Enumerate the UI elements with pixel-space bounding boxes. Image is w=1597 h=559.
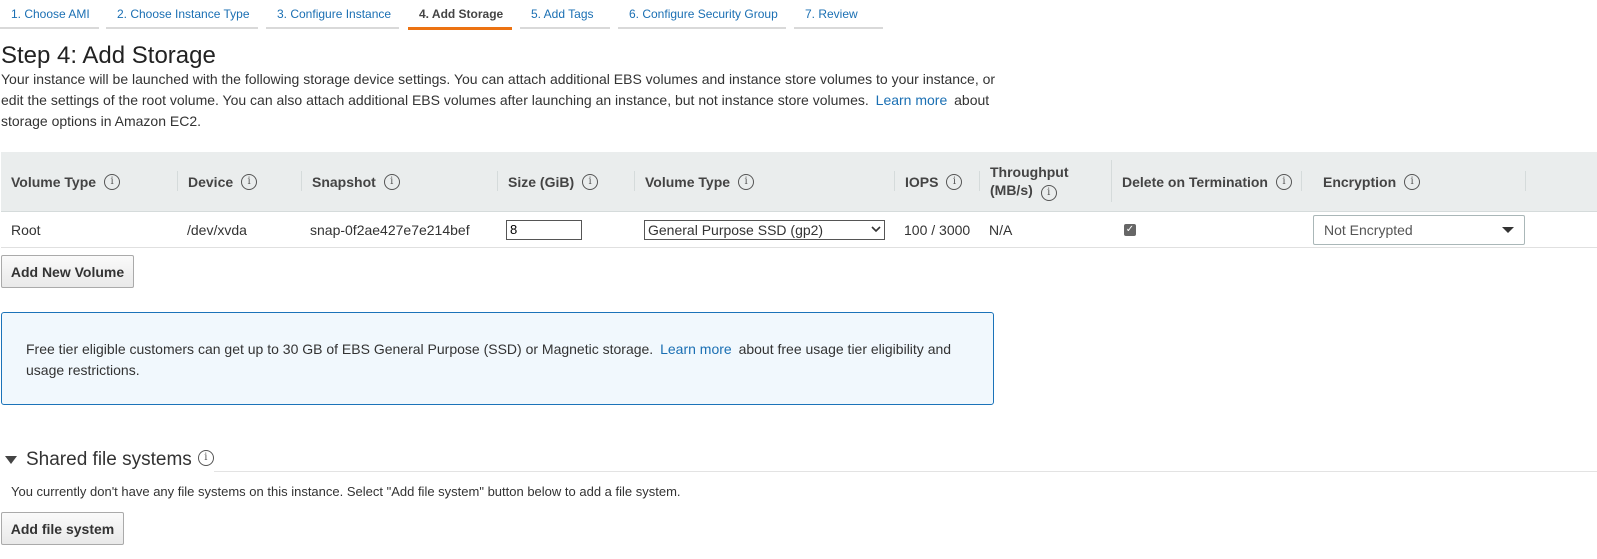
- free-tier-text: Free tier eligible customers can get up …: [26, 341, 654, 357]
- caret-down-icon: [1502, 226, 1514, 233]
- page-description: Your instance will be launched with the …: [1, 69, 1001, 132]
- header-delete-on-termination: Delete on Termination i: [1112, 152, 1302, 211]
- header-device-label: Device: [188, 173, 234, 190]
- free-tier-info-box: Free tier eligible customers can get up …: [1, 312, 994, 405]
- description-text: Your instance will be launched with the …: [1, 71, 996, 108]
- cell-volume-type: Root: [11, 221, 41, 238]
- header-size-label: Size (GiB): [508, 173, 575, 190]
- volume-table-header: Volume Type i Device i Snapshot i Size (…: [1, 152, 1597, 212]
- header-encryption: Encryption i: [1313, 152, 1526, 211]
- info-icon[interactable]: i: [197, 450, 214, 466]
- learn-more-storage-link[interactable]: Learn more: [876, 92, 948, 108]
- tab-configure-instance[interactable]: 3. Configure Instance: [266, 0, 399, 29]
- collapse-triangle-icon[interactable]: [5, 456, 17, 464]
- header-device: Device i: [178, 152, 302, 211]
- header-throughput-label: Throughput (MB/s) i: [990, 163, 1069, 201]
- tab-configure-security-group[interactable]: 6. Configure Security Group: [618, 0, 786, 29]
- cell-size: [506, 212, 582, 247]
- tab-review[interactable]: 7. Review: [794, 0, 883, 29]
- info-icon[interactable]: i: [1404, 173, 1421, 190]
- header-throughput: Throughput (MB/s) i: [980, 152, 1112, 211]
- learn-more-free-tier-link[interactable]: Learn more: [660, 341, 732, 357]
- shared-file-systems-title: Shared file systems: [26, 449, 192, 470]
- header-volume-type-label: Volume Type: [11, 173, 97, 190]
- info-icon[interactable]: i: [104, 173, 121, 190]
- info-icon[interactable]: i: [1040, 184, 1057, 201]
- cell-throughput: N/A: [989, 221, 1013, 238]
- encryption-select[interactable]: Not Encrypted: [1313, 214, 1525, 245]
- cell-encryption: Not Encrypted: [1313, 212, 1525, 247]
- cell-snapshot: snap-0f2ae427e7e214bef: [310, 221, 470, 238]
- shared-file-systems-header: Shared file systems i: [5, 449, 214, 471]
- shared-file-systems-message: You currently don't have any file system…: [11, 484, 681, 499]
- info-icon[interactable]: i: [582, 173, 599, 190]
- header-iops-label: IOPS: [905, 173, 939, 190]
- volume-type-select[interactable]: General Purpose SSD (gp2): [644, 219, 885, 240]
- tab-choose-ami[interactable]: 1. Choose AMI: [0, 0, 99, 29]
- tab-add-storage[interactable]: 4. Add Storage: [408, 0, 512, 30]
- tab-choose-instance-type[interactable]: 2. Choose Instance Type: [106, 0, 258, 29]
- header-snapshot: Snapshot i: [302, 152, 498, 211]
- table-row: Root /dev/xvda snap-0f2ae427e7e214bef Ge…: [1, 212, 1597, 248]
- header-encryption-label: Encryption: [1323, 173, 1397, 190]
- header-size: Size (GiB) i: [498, 152, 635, 211]
- cell-iops: 100 / 3000: [904, 221, 971, 238]
- header-snapshot-label: Snapshot: [312, 173, 376, 190]
- info-icon[interactable]: i: [1275, 173, 1292, 190]
- page-title: Step 4: Add Storage: [1, 42, 216, 69]
- cell-delete-on-termination: ✓: [1124, 212, 1136, 247]
- header-ebs-volume-type: Volume Type i: [635, 152, 895, 211]
- delete-on-termination-checkbox[interactable]: ✓: [1124, 223, 1136, 236]
- header-iops: IOPS i: [895, 152, 980, 211]
- chevron-down-icon: [871, 226, 881, 233]
- header-delete-on-termination-label: Delete on Termination: [1122, 173, 1268, 190]
- cell-device: /dev/xvda: [187, 221, 247, 238]
- info-icon[interactable]: i: [241, 173, 258, 190]
- header-volume-type: Volume Type i: [1, 152, 178, 211]
- encryption-selected: Not Encrypted: [1324, 221, 1413, 238]
- section-divider: [214, 471, 1597, 472]
- info-icon[interactable]: i: [946, 173, 963, 190]
- cell-ebs-volume-type: General Purpose SSD (gp2): [644, 212, 885, 247]
- info-icon[interactable]: i: [738, 173, 755, 190]
- add-new-volume-button[interactable]: Add New Volume: [1, 255, 134, 288]
- tab-add-tags[interactable]: 5. Add Tags: [520, 0, 610, 29]
- size-input[interactable]: [506, 219, 582, 240]
- volume-type-selected: General Purpose SSD (gp2): [648, 221, 824, 238]
- header-ebs-volume-type-label: Volume Type: [645, 173, 731, 190]
- add-file-system-button[interactable]: Add file system: [1, 512, 124, 545]
- info-icon[interactable]: i: [383, 173, 400, 190]
